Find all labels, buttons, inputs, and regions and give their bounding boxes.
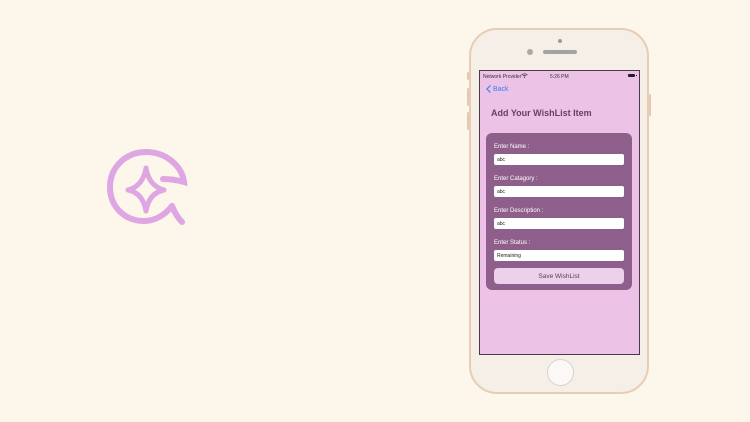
home-button[interactable] [547,359,574,386]
front-camera [527,49,533,55]
wifi-icon [521,73,528,78]
back-label: Back [493,85,509,93]
phone-frame: Network Provider 5:26 PM Back Add Your W… [467,28,651,394]
battery-icon [628,74,637,77]
page-title: Add Your WishList Item [491,108,592,118]
status-label: Enter Status : [494,240,531,246]
name-label: Enter Name : [494,144,530,150]
back-button[interactable]: Back [486,85,509,93]
proximity-sensor [558,39,562,43]
description-field[interactable] [494,218,624,229]
chevron-left-icon [486,85,491,93]
name-field[interactable] [494,154,624,165]
carrier-label: Network Provider [483,74,522,80]
save-wishlist-button[interactable]: Save WishList [494,268,624,284]
status-field[interactable] [494,250,624,261]
status-time: 5:26 PM [550,74,569,80]
volume-up-button [467,88,469,106]
power-button [649,94,651,116]
description-label: Enter Description : [494,208,544,214]
sparkle-leaf-icon [106,148,188,225]
volume-down-button [467,112,469,130]
earpiece-speaker [543,50,577,54]
status-bar: Network Provider 5:26 PM [480,71,639,81]
app-screen: Network Provider 5:26 PM Back Add Your W… [479,70,640,355]
wishlist-form: Enter Name : Enter Catagory : Enter Desc… [486,133,632,290]
mute-switch [467,72,469,80]
category-label: Enter Catagory : [494,176,538,182]
category-field[interactable] [494,186,624,197]
